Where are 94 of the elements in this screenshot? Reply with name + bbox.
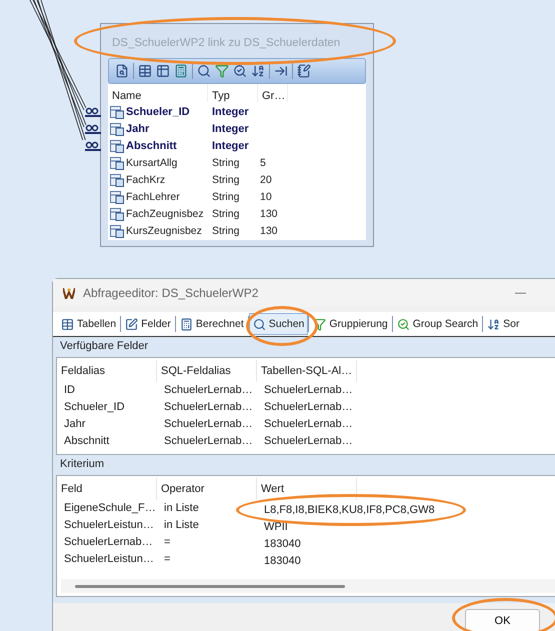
preview-icon[interactable] bbox=[115, 64, 129, 78]
field-type: Integer bbox=[212, 139, 249, 154]
table-cell-text: SchuelerLernab… bbox=[163, 417, 254, 432]
table-cell-text: SchuelerLernab… bbox=[163, 383, 254, 398]
calculator-icon[interactable] bbox=[174, 64, 188, 78]
column-header[interactable]: Operator bbox=[157, 478, 257, 500]
toolbar-tab[interactable]: Tabellen bbox=[57, 313, 120, 335]
column-header[interactable]: Name bbox=[108, 84, 208, 102]
field-icon bbox=[110, 123, 124, 136]
field-size: 5 bbox=[260, 156, 266, 171]
window-title: Abfrageeditor: DS_SchuelerWP2 bbox=[83, 286, 258, 300]
table-node-title: DS_SchuelerWP2 link zu DS_Schuelerdaten bbox=[112, 36, 340, 50]
field-size: 130 bbox=[260, 207, 278, 222]
field-name: Jahr bbox=[126, 122, 150, 137]
field-type: Integer bbox=[212, 122, 249, 137]
table-icon bbox=[61, 318, 74, 330]
table-cell-text: WPII bbox=[264, 520, 288, 532]
table-cell-text: SchuelerLeistun… bbox=[63, 552, 155, 567]
table-cell-text: SchuelerLernab… bbox=[63, 535, 154, 550]
field-type: String bbox=[212, 173, 240, 188]
table-cell-text: Abschnitt bbox=[63, 434, 110, 449]
table-cell-text: SchuelerLernab… bbox=[163, 400, 254, 415]
table-cell-text: in Liste bbox=[163, 518, 200, 533]
field-name: KursartAllg bbox=[126, 156, 178, 171]
toolbar-tab[interactable]: Berechnet bbox=[176, 313, 248, 335]
sort-icon[interactable] bbox=[251, 64, 265, 78]
search-icon[interactable] bbox=[197, 64, 211, 78]
field-name: KursZeugnisbez bbox=[126, 224, 202, 239]
search-icon bbox=[396, 318, 410, 330]
app-logo-icon bbox=[63, 288, 75, 298]
table-cell-text: ID bbox=[63, 383, 76, 398]
column-header[interactable]: SQL-Feldalias bbox=[157, 360, 257, 382]
search-icon[interactable] bbox=[233, 64, 247, 78]
table-icon[interactable] bbox=[156, 64, 170, 78]
table-cell-text: SchuelerLernab… bbox=[263, 417, 354, 432]
field-icon bbox=[110, 191, 124, 204]
toolbar-tab[interactable]: Sor bbox=[483, 313, 524, 335]
field-icon bbox=[110, 225, 124, 238]
table-cell-text: 183040 bbox=[264, 536, 301, 550]
field-type: String bbox=[212, 207, 240, 222]
field-name: FachZeugnisbez bbox=[126, 207, 204, 222]
table-cell-text: 183040 bbox=[264, 554, 301, 566]
toolbar-tab[interactable]: Felder bbox=[121, 313, 175, 335]
field-icon bbox=[110, 106, 124, 119]
toolbar-tab[interactable]: Gruppierung bbox=[309, 313, 392, 335]
minimize-button[interactable]: — bbox=[515, 287, 526, 299]
field-type: String bbox=[212, 190, 240, 205]
table-cell-text: in Liste bbox=[163, 501, 200, 516]
toolbar-tab[interactable]: Group Search bbox=[392, 313, 482, 335]
ok-button[interactable]: OK bbox=[465, 609, 540, 631]
field-size: 130 bbox=[260, 224, 278, 239]
calculator-icon bbox=[180, 318, 193, 330]
field-icon bbox=[110, 174, 124, 187]
sort-icon bbox=[487, 318, 500, 330]
notepad-icon[interactable] bbox=[297, 64, 311, 78]
table-icon[interactable] bbox=[138, 64, 152, 78]
field-icon bbox=[110, 208, 124, 221]
table-cell-text: Jahr bbox=[63, 417, 86, 432]
filter-icon bbox=[313, 318, 326, 330]
column-header[interactable]: Feldalias bbox=[57, 360, 157, 382]
table-cell-text: SchuelerLeistun… bbox=[63, 518, 155, 533]
field-type: String bbox=[212, 224, 240, 239]
field-size: 20 bbox=[260, 173, 272, 188]
field-icon bbox=[110, 157, 124, 170]
table-cell-text: SchuelerLernab… bbox=[163, 434, 254, 449]
column-header[interactable]: Feld bbox=[57, 478, 157, 500]
table-cell-text: SchuelerLernab… bbox=[263, 400, 354, 415]
section-heading: Kriterium bbox=[59, 457, 106, 472]
field-icon bbox=[110, 140, 124, 153]
section-heading: Verfügbare Felder bbox=[59, 339, 150, 354]
field-name: Abschnitt bbox=[126, 139, 177, 154]
field-name: Schueler_ID bbox=[126, 105, 190, 120]
field-type: String bbox=[212, 156, 240, 171]
field-name: FachKrz bbox=[126, 173, 166, 188]
table-cell-text: Schueler_ID bbox=[63, 400, 126, 415]
column-header[interactable]: Typ bbox=[208, 84, 258, 102]
edit-icon bbox=[125, 318, 138, 330]
table-cell-text: L8,F8,I8,BIEK8,KU8,IF8,PC8,GW8 bbox=[264, 502, 435, 516]
column-header[interactable]: Tabellen-SQL-Al… bbox=[257, 360, 357, 382]
table-cell-text: SchuelerLernab… bbox=[263, 383, 354, 398]
table-cell-text: = bbox=[163, 552, 172, 567]
horizontal-scrollbar[interactable] bbox=[61, 579, 555, 593]
search-icon bbox=[252, 318, 266, 330]
field-size: 10 bbox=[260, 190, 272, 205]
field-type: Integer bbox=[212, 105, 249, 120]
toolbar-tab[interactable]: Suchen bbox=[248, 313, 308, 335]
arrow-icon[interactable] bbox=[274, 64, 288, 78]
column-header[interactable]: Gr… bbox=[258, 84, 288, 102]
field-name: FachLehrer bbox=[126, 190, 180, 205]
table-cell-text: EigeneSchule_F… bbox=[63, 501, 157, 516]
column-header[interactable]: Wert bbox=[257, 478, 357, 500]
table-cell-text: SchuelerLernab… bbox=[263, 434, 354, 449]
highlight-ellipse bbox=[246, 306, 318, 346]
table-cell-text: = bbox=[163, 535, 172, 550]
